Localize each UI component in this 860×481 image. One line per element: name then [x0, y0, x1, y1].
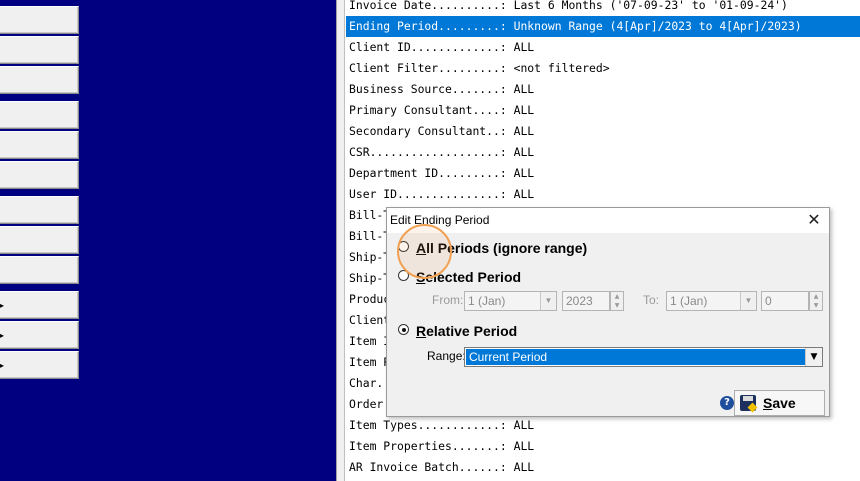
all-periods-label[interactable]: All Periods (ignore range): [416, 240, 587, 256]
chevron-down-icon: ▼: [540, 292, 556, 310]
edit-ending-period-dialog: Edit Ending Period ✕: [386, 207, 830, 417]
save-button[interactable]: Save: [734, 390, 825, 416]
criteria-row[interactable]: Ending Period.........: Unknown Range (4…: [346, 16, 860, 37]
arrow-right-icon: ▸: [0, 361, 5, 370]
range-select[interactable]: Current Period ▼: [464, 347, 823, 367]
criteria-row[interactable]: Department ID.........: ALL: [346, 163, 860, 184]
spin-down-icon[interactable]: ▼: [611, 301, 623, 310]
selected-period-radio[interactable]: [398, 270, 409, 281]
selected-period-label[interactable]: Selected Period: [416, 269, 521, 285]
arrow-right-icon: ▸: [0, 331, 5, 340]
criteria-row[interactable]: Client ID.............: ALL: [346, 37, 860, 58]
left-button-12[interactable]: ▸: [0, 351, 79, 379]
from-year-input[interactable]: 2023: [562, 291, 610, 311]
to-month-select[interactable]: 1 (Jan) ▼: [666, 291, 757, 311]
to-month-value: 1 (Jan): [670, 294, 708, 308]
left-button-2[interactable]: [0, 36, 79, 64]
criteria-row[interactable]: Item Types............: ALL: [346, 415, 860, 436]
range-value: Current Period: [466, 349, 805, 365]
left-button-11[interactable]: ▸: [0, 321, 79, 349]
criteria-row[interactable]: Client Filter.........: <not filtered>: [346, 58, 860, 79]
left-button-5[interactable]: [0, 131, 79, 159]
criteria-row[interactable]: Secondary Consultant..: ALL: [346, 121, 860, 142]
floppy-disk-icon: [740, 395, 756, 411]
left-button-3[interactable]: [0, 66, 79, 94]
chevron-down-icon: ▼: [805, 348, 822, 366]
chevron-down-icon: ▼: [740, 292, 756, 310]
dialog-titlebar[interactable]: Edit Ending Period ✕: [387, 208, 829, 233]
criteria-row[interactable]: AR Invoice Batch......: ALL: [346, 457, 860, 478]
from-year-spinner[interactable]: ▲ ▼: [610, 291, 624, 311]
left-button-1[interactable]: [0, 6, 79, 34]
all-periods-radio[interactable]: [398, 241, 409, 252]
dialog-title: Edit Ending Period: [390, 213, 490, 227]
spin-down-icon[interactable]: ▼: [810, 301, 822, 310]
relative-period-label[interactable]: Relative Period: [416, 323, 517, 339]
arrow-right-icon: ▸: [0, 301, 5, 310]
left-panel: ▸ ▸ ▸: [0, 0, 336, 481]
criteria-row[interactable]: CSR...................: ALL: [346, 142, 860, 163]
left-button-9[interactable]: [0, 256, 79, 284]
criteria-row[interactable]: Item Properties.......: ALL: [346, 436, 860, 457]
range-label: Range:: [427, 349, 466, 363]
left-button-4[interactable]: [0, 101, 79, 129]
criteria-row[interactable]: Invoice Date..........: Last 6 Months ('…: [346, 0, 860, 16]
splitter[interactable]: [336, 0, 344, 481]
criteria-row[interactable]: Business Source.......: ALL: [346, 79, 860, 100]
spin-up-icon[interactable]: ▲: [611, 292, 623, 301]
to-year-input[interactable]: 0: [761, 291, 809, 311]
to-label: To:: [643, 293, 660, 307]
help-icon[interactable]: ?: [720, 396, 734, 410]
relative-period-radio[interactable]: [398, 324, 409, 335]
left-button-7[interactable]: [0, 196, 79, 224]
from-month-select[interactable]: 1 (Jan) ▼: [464, 291, 557, 311]
to-year-spinner[interactable]: ▲ ▼: [809, 291, 823, 311]
from-label: From:: [432, 293, 464, 307]
left-button-6[interactable]: [0, 161, 79, 189]
criteria-row[interactable]: Primary Consultant....: ALL: [346, 100, 860, 121]
save-label: Save: [763, 395, 796, 411]
close-icon[interactable]: ✕: [805, 210, 823, 230]
from-month-value: 1 (Jan): [468, 294, 506, 308]
criteria-row[interactable]: User ID...............: ALL: [346, 184, 860, 205]
spin-up-icon[interactable]: ▲: [810, 292, 822, 301]
left-button-10[interactable]: ▸: [0, 291, 79, 319]
left-button-8[interactable]: [0, 226, 79, 254]
